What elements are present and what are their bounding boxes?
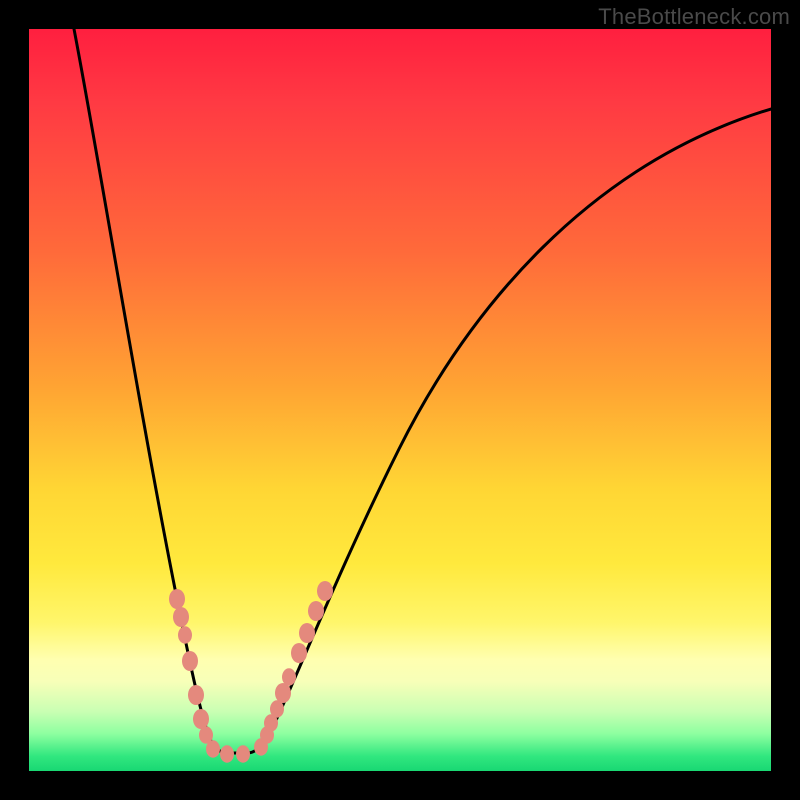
marker-left-4: [188, 685, 204, 705]
marker-left-3: [182, 651, 198, 671]
marker-right-9: [317, 581, 333, 601]
plot-area: [29, 29, 771, 771]
bottleneck-curve: [74, 29, 771, 753]
chart-svg: [29, 29, 771, 771]
marker-right-6: [291, 643, 307, 663]
watermark-text: TheBottleneck.com: [598, 4, 790, 30]
marker-left-1: [173, 607, 189, 627]
marker-bottom-1: [236, 745, 250, 763]
chart-frame: TheBottleneck.com: [0, 0, 800, 800]
marker-right-8: [308, 601, 324, 621]
marker-right-4: [275, 683, 291, 703]
marker-left-0: [169, 589, 185, 609]
marker-right-7: [299, 623, 315, 643]
marker-left-2: [178, 626, 192, 644]
marker-right-5: [282, 668, 296, 686]
marker-bottom-0: [220, 745, 234, 763]
marker-left-5: [193, 709, 209, 729]
marker-left-7: [206, 740, 220, 758]
